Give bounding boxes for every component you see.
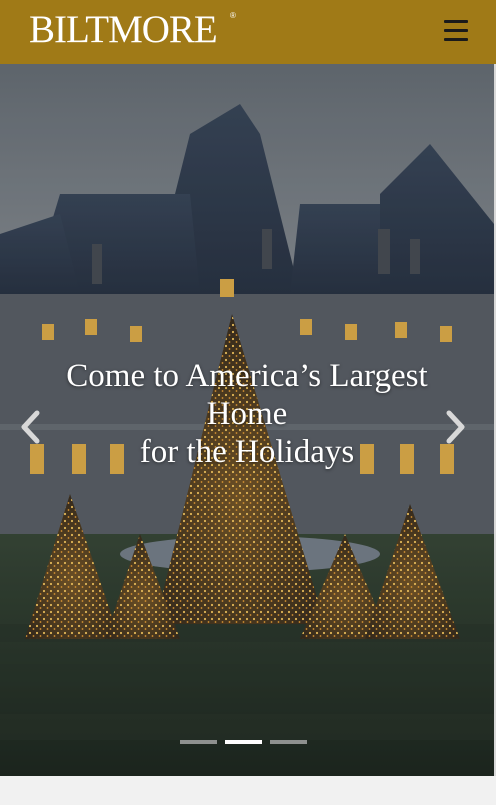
hero-headline-line-3: for the Holidays <box>139 434 355 470</box>
page: BILTMORE ® Come to America’s Largest Hom… <box>0 0 496 805</box>
hamburger-menu-icon[interactable] <box>444 20 468 42</box>
chevron-right-icon[interactable] <box>443 409 467 445</box>
hero-headline: Come to America’s Largest Home for the H… <box>0 357 494 471</box>
carousel-indicator-3[interactable] <box>270 740 307 744</box>
hero-headline-line-1: Come to America’s Largest <box>66 358 428 394</box>
registered-mark: ® <box>230 11 236 20</box>
carousel-indicators <box>180 740 310 746</box>
chevron-left-icon[interactable] <box>19 409 43 445</box>
hero-carousel: Come to America’s Largest Home for the H… <box>0 64 494 776</box>
biltmore-logo[interactable]: BILTMORE <box>29 6 218 54</box>
hero-headline-line-2: Home <box>206 396 288 432</box>
carousel-indicator-1[interactable] <box>180 740 217 744</box>
site-header: BILTMORE ® <box>0 0 496 64</box>
carousel-indicator-2[interactable] <box>225 740 262 744</box>
